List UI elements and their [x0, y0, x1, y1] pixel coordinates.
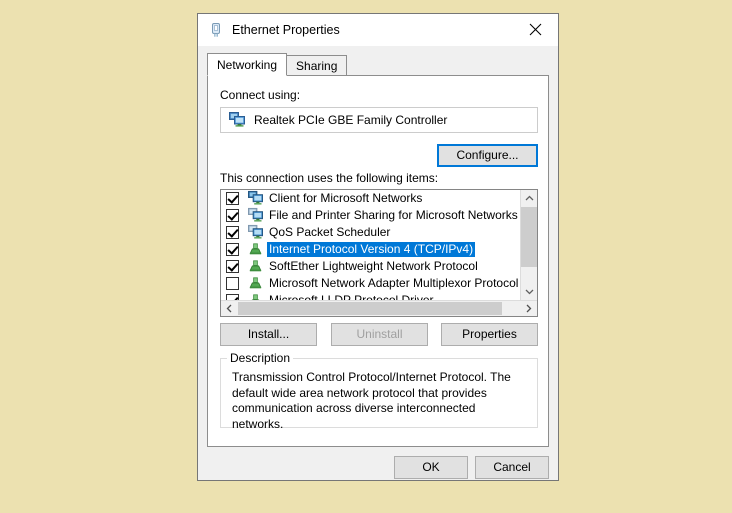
item-checkbox[interactable] [226, 192, 239, 205]
ethernet-properties-dialog: Ethernet Properties Networking Sharing C… [197, 13, 559, 481]
description-legend: Description [227, 351, 294, 365]
item-label: Microsoft LLDP Protocol Driver [269, 293, 434, 301]
title-bar: Ethernet Properties [198, 14, 558, 46]
item-checkbox[interactable] [226, 277, 239, 290]
list-item[interactable]: SoftEther Lightweight Network Protocol [221, 258, 520, 275]
network-protocol-icon [248, 275, 263, 293]
network-protocol-icon [248, 258, 263, 276]
network-client-icon [248, 207, 263, 225]
item-label: File and Printer Sharing for Microsoft N… [269, 208, 518, 222]
list-item[interactable]: Microsoft LLDP Protocol Driver [221, 292, 520, 300]
horizontal-scrollbar[interactable] [221, 300, 537, 316]
item-label: SoftEther Lightweight Network Protocol [269, 259, 478, 273]
vertical-scrollbar-thumb[interactable] [521, 207, 537, 267]
tab-strip: Networking Sharing [207, 53, 348, 76]
ok-button[interactable]: OK [394, 456, 468, 479]
network-protocol-icon [248, 292, 263, 300]
network-items-scrollview: Client for Microsoft Networks File and P… [221, 190, 520, 300]
item-checkbox[interactable] [226, 209, 239, 222]
item-checkbox[interactable] [226, 260, 239, 273]
install-button[interactable]: Install... [220, 323, 317, 346]
adapter-name: Realtek PCIe GBE Family Controller [254, 113, 448, 127]
scroll-down-icon[interactable] [521, 283, 537, 300]
items-list-label: This connection uses the following items… [220, 171, 439, 185]
list-item[interactable]: Internet Protocol Version 4 (TCP/IPv4) [221, 241, 520, 258]
list-item[interactable]: QoS Packet Scheduler [221, 224, 520, 241]
scroll-right-icon[interactable] [520, 301, 537, 316]
tab-networking-label: Networking [217, 58, 278, 72]
network-items-listbox[interactable]: Client for Microsoft Networks File and P… [220, 189, 538, 317]
list-item[interactable]: File and Printer Sharing for Microsoft N… [221, 207, 520, 224]
uninstall-button: Uninstall [331, 323, 428, 346]
properties-button[interactable]: Properties [441, 323, 538, 346]
list-item[interactable]: Client for Microsoft Networks [221, 190, 520, 207]
adapter-display-field: Realtek PCIe GBE Family Controller [220, 107, 538, 133]
scroll-up-icon[interactable] [521, 190, 537, 207]
item-label: QoS Packet Scheduler [269, 225, 391, 239]
description-text: Transmission Control Protocol/Internet P… [232, 370, 511, 431]
connect-using-label: Connect using: [220, 88, 301, 102]
scroll-left-icon[interactable] [221, 301, 238, 316]
close-button[interactable] [513, 14, 558, 44]
item-label: Internet Protocol Version 4 (TCP/IPv4) [267, 242, 476, 257]
horizontal-scrollbar-thumb[interactable] [238, 302, 502, 315]
tab-sharing-label: Sharing [296, 59, 338, 73]
item-checkbox[interactable] [226, 226, 239, 239]
description-groupbox: Description Transmission Control Protoco… [220, 351, 538, 431]
item-label: Client for Microsoft Networks [269, 191, 423, 205]
cancel-button[interactable]: Cancel [475, 456, 549, 479]
ethernet-plug-icon [208, 22, 224, 38]
vertical-scrollbar[interactable] [520, 190, 537, 300]
item-checkbox[interactable] [226, 243, 239, 256]
item-label: Microsoft Network Adapter Multiplexor Pr… [269, 276, 519, 290]
network-client-icon [248, 190, 263, 208]
list-item[interactable]: Microsoft Network Adapter Multiplexor Pr… [221, 275, 520, 292]
network-client-icon [248, 224, 263, 242]
window-title: Ethernet Properties [232, 23, 340, 37]
networking-tab-page: Connect using: Realtek PCIe GBE Family C… [207, 75, 549, 447]
tab-networking[interactable]: Networking [207, 53, 288, 76]
configure-button[interactable]: Configure... [437, 144, 538, 167]
network-protocol-icon [248, 241, 263, 259]
network-adapter-icon [229, 111, 245, 130]
tab-sharing[interactable]: Sharing [286, 55, 348, 76]
